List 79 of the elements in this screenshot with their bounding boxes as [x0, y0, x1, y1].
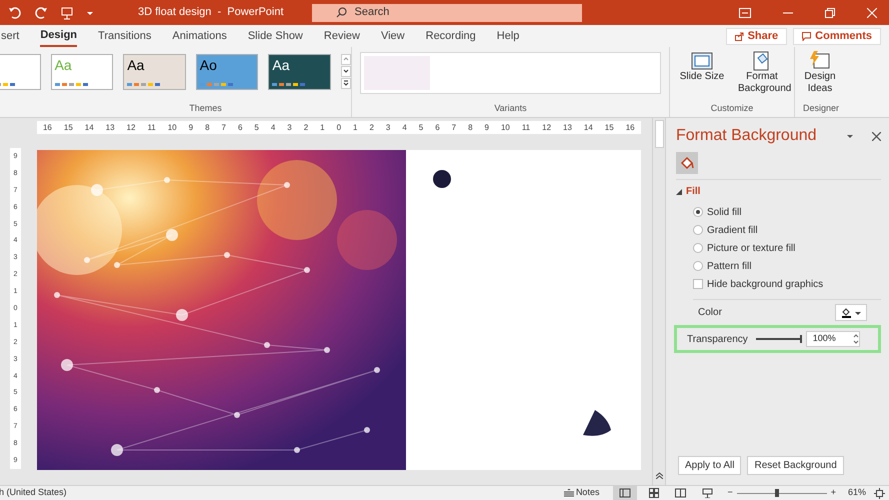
format-background-button[interactable]: Format Background	[734, 51, 790, 95]
theme-thumbnail[interactable]: Aa	[268, 54, 331, 90]
fit-slide-icon[interactable]	[874, 488, 885, 498]
search-field[interactable]: Search	[312, 4, 582, 22]
radio-button[interactable]	[693, 243, 703, 253]
comments-button[interactable]: Comments	[793, 28, 881, 44]
share-icon	[734, 32, 744, 40]
group-label: Customize	[710, 102, 754, 114]
transparency-label: Transparency	[687, 332, 748, 346]
close-icon[interactable]	[872, 132, 881, 140]
ribbon-display-icon[interactable]	[739, 8, 751, 18]
zoom-out-button[interactable]: −	[727, 486, 733, 500]
design-ideas-button[interactable]: Design Ideas	[803, 51, 837, 95]
fill-option[interactable]: Picture or texture fill	[693, 241, 881, 255]
theme-thumbnail[interactable]: Ao	[196, 54, 258, 90]
transparency-slider[interactable]	[756, 335, 802, 343]
theme-thumbnail[interactable]: Aa	[123, 54, 186, 90]
redo-icon[interactable]	[34, 6, 48, 20]
radio-button[interactable]	[693, 225, 703, 235]
zoom-level[interactable]: 61%	[848, 486, 866, 500]
scrollbar[interactable]	[652, 118, 665, 485]
notes-button[interactable]: Notes	[564, 486, 600, 500]
zoom-slider[interactable]	[736, 489, 827, 497]
color-picker-button[interactable]	[835, 304, 867, 321]
presentation-icon[interactable]	[60, 6, 74, 20]
restore-icon[interactable]	[825, 8, 835, 18]
ribbon-tab[interactable]: Review	[324, 25, 360, 47]
sphere-shape	[433, 170, 451, 188]
grid-view-icon[interactable]	[649, 488, 660, 498]
undo-icon[interactable]	[8, 6, 22, 20]
dropdown-icon	[855, 310, 861, 316]
checkbox[interactable]	[693, 279, 703, 289]
group-label: Variants	[494, 102, 527, 114]
ribbon-tab[interactable]: Animations	[172, 25, 227, 47]
ribbon-tab[interactable]: Transitions	[98, 25, 152, 47]
ribbon-tab[interactable]: Recording	[426, 25, 476, 47]
fill-option[interactable]: Gradient fill	[693, 223, 881, 237]
cone-shape	[583, 410, 611, 437]
fill-option[interactable]: Pattern fill	[693, 259, 881, 273]
window-title: 3D float design - PowerPoint	[138, 5, 284, 20]
horizontal-ruler: 16 15 14 13 12 11 10 9 8 7 6 5 4 3 2 1 0 1 2 3 4 5 6 7 8 9 10 11 12 13 14 15 16	[37, 121, 641, 134]
share-button[interactable]: Share	[726, 28, 788, 44]
search-icon	[336, 7, 347, 18]
fill-section-header[interactable]: Fill	[676, 184, 881, 199]
dropdown-icon[interactable]	[846, 132, 854, 140]
ribbon-tab[interactable]: Slide Show	[248, 25, 303, 47]
page-up-icon[interactable]	[656, 472, 662, 479]
apply-to-all-button[interactable]: Apply to All	[678, 456, 742, 475]
pane-title: Format Background	[676, 126, 817, 146]
lightning-window-icon	[809, 51, 831, 71]
spinner-icon[interactable]	[852, 333, 859, 345]
group-label: Designer	[803, 102, 840, 115]
scroll-down-icon[interactable]	[340, 66, 351, 77]
color-label: Color	[698, 306, 722, 320]
comment-icon	[802, 32, 812, 40]
book-icon[interactable]	[675, 488, 686, 498]
slide-size-button[interactable]: Slide Size	[674, 51, 730, 95]
fill-option[interactable]: Solid fill	[693, 205, 881, 219]
presentation-icon[interactable]	[702, 488, 714, 498]
radio-button[interactable]	[693, 207, 703, 217]
fill-tab[interactable]	[676, 152, 698, 174]
ribbon-tab[interactable]: Help	[496, 25, 520, 47]
search-input[interactable]: Search	[354, 4, 555, 21]
ribbon-tab[interactable]: View	[380, 25, 405, 47]
transparency-field[interactable]: 100%	[806, 331, 860, 347]
reset-background-button[interactable]: Reset Background	[747, 456, 844, 475]
scroll-thumb[interactable]	[654, 120, 664, 148]
more-icon[interactable]	[340, 78, 351, 89]
group-label: Themes	[189, 102, 222, 114]
zoom-thumb[interactable]	[775, 489, 780, 497]
slide-icon	[691, 51, 713, 71]
expand-icon	[676, 188, 682, 194]
notes-icon	[564, 489, 574, 497]
hide-graphics-option[interactable]: Hide background graphics	[693, 277, 881, 291]
ribbon-tab[interactable]: sert	[1, 25, 20, 47]
normal-view-icon[interactable]	[613, 486, 638, 500]
radio-button[interactable]	[693, 261, 703, 271]
language-status: h (United States)	[0, 486, 67, 500]
zoom-in-button[interactable]: +	[830, 486, 836, 500]
